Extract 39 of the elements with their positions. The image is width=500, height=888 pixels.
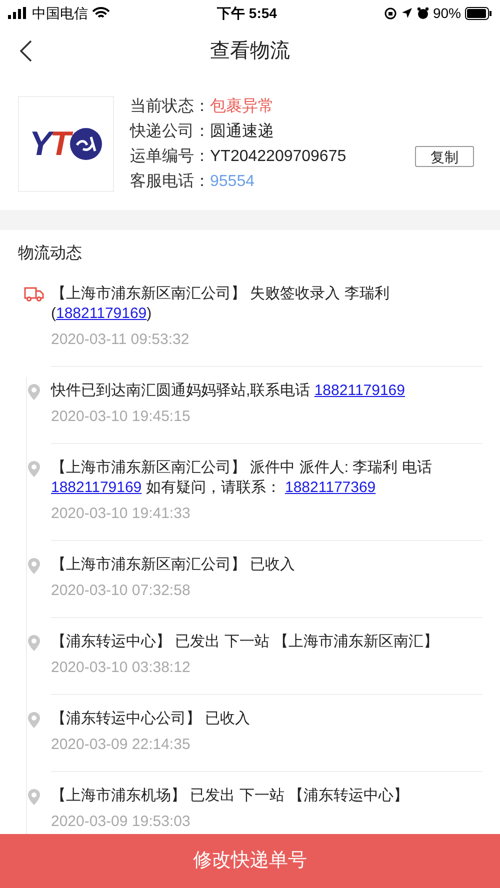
info-value: 圆通速递 <box>210 122 274 142</box>
phone-link[interactable]: 18821177369 <box>285 479 376 496</box>
event-text: 【浦东转运中心公司】 已收入 <box>51 709 252 729</box>
event-text: 【上海市浦东新区南汇公司】 派件中 派件人: 李瑞利 电话 18821179169 如有疑问，请联系： 18821177369 <box>51 458 433 498</box>
alarm-icon <box>416 6 429 20</box>
page-title: 查看物流 <box>210 39 290 64</box>
event-text: 【上海市浦东机场】 已发出 下一站 【浦东转运中心】 <box>51 786 410 806</box>
location-arrow-icon <box>400 7 413 19</box>
info-label: 当前状态： <box>130 96 210 116</box>
carrier-name: 中国电信 <box>32 4 88 22</box>
phone-link[interactable]: 18821179169 <box>51 479 142 496</box>
event-time: 2020-03-09 22:14:35 <box>51 735 192 755</box>
event-time: 2020-03-10 03:38:12 <box>51 658 192 678</box>
event-time: 2020-03-10 19:45:15 <box>51 407 192 427</box>
signal-icon <box>8 7 28 19</box>
info-value: 95554 <box>210 172 254 192</box>
event-text: 【上海市浦东新区南汇公司】 失败签收录入 李瑞利 (18821179169) <box>51 284 390 324</box>
event-time: 2020-03-10 19:41:33 <box>51 504 192 524</box>
rotation-lock-icon <box>384 6 397 20</box>
battery-percent: 90% <box>432 4 461 22</box>
company-logo: YT <box>18 96 114 192</box>
event-time: 2020-03-10 07:32:58 <box>51 581 192 601</box>
event-time: 2020-03-09 19:53:03 <box>51 812 192 832</box>
event-text: 【浦东转运中心】 已发出 下一站 【上海市浦东新区南汇】 <box>51 632 440 652</box>
info-label: 快递公司： <box>130 122 210 142</box>
event-text: 【上海市浦东新区南汇公司】 已收入 <box>51 555 296 575</box>
info-value: YT2042209709675 <box>210 146 346 166</box>
wifi-icon <box>92 6 110 20</box>
info-label: 客服电话： <box>130 172 210 192</box>
info-value: 包裹异常 <box>210 96 274 116</box>
info-label: 运单编号： <box>130 146 210 166</box>
section-title: 物流动态 <box>17 244 83 264</box>
battery-icon <box>464 6 492 20</box>
clock-time: 下午 5:54 <box>217 4 277 22</box>
phone-link[interactable]: 18821179169 <box>56 305 147 322</box>
event-text: 快件已到达南汇圆通妈妈驿站,联系电话 18821179169 <box>51 381 406 401</box>
event-time: 2020-03-11 09:53:32 <box>51 330 190 350</box>
copy-button[interactable]: 复制 <box>415 146 474 167</box>
phone-link[interactable]: 18821179169 <box>314 382 405 399</box>
